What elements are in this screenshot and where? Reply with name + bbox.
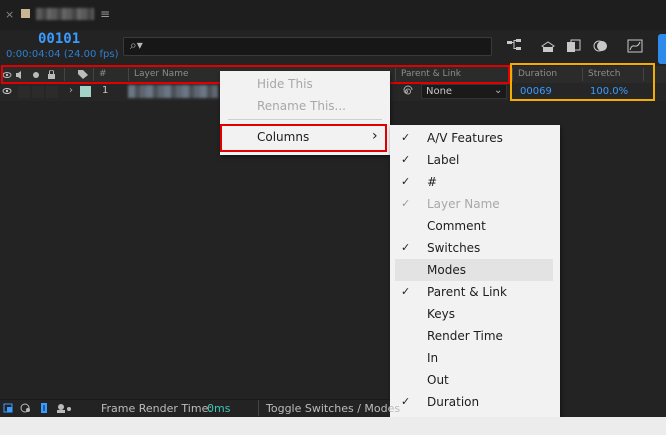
layer-number: 1: [102, 85, 109, 96]
submenu-item[interactable]: Render Time: [390, 325, 530, 347]
close-tab-button[interactable]: ×: [5, 8, 14, 21]
parent-select-value: None: [426, 86, 453, 97]
submenu-item[interactable]: In: [390, 347, 530, 369]
submenu-item[interactable]: Out: [390, 369, 530, 391]
submenu-item[interactable]: ✓ Label: [390, 149, 530, 171]
search-input[interactable]: ⌕▾: [123, 37, 492, 56]
parent-select[interactable]: None ⌄: [421, 84, 507, 99]
frame-render-time-label: Frame Render Time:: [101, 402, 213, 415]
duration-stretch-highlight-box: [510, 63, 655, 101]
motion-blur-icon[interactable]: [593, 38, 609, 54]
graph-editor-toggle[interactable]: [658, 34, 666, 64]
submenu-item[interactable]: ✓ Parent & Link: [390, 281, 530, 303]
frame-render-time-value: 0ms: [207, 402, 231, 415]
divider: [258, 400, 259, 416]
submenu-item-label: Render Time: [427, 329, 503, 343]
video-visibility-icon[interactable]: [2, 87, 12, 95]
frame-blending-icon[interactable]: [566, 38, 582, 54]
submenu-arrow-icon: ›: [372, 128, 378, 144]
time-sub-display: 0:00:04:04 (24.00 fps): [6, 49, 119, 60]
pick-whip-icon[interactable]: [400, 85, 413, 98]
toggle-switches-modes-button[interactable]: Toggle Switches / Modes: [266, 402, 400, 415]
draft-3d-icon[interactable]: [540, 38, 556, 54]
submenu-item[interactable]: Modes: [395, 259, 553, 281]
columns-item-label: Columns: [257, 130, 310, 144]
submenu-item[interactable]: Comment: [390, 215, 530, 237]
bottom-toggle-icons[interactable]: [3, 402, 75, 414]
status-strip: [0, 417, 666, 435]
checkmark-icon: ✓: [401, 241, 411, 254]
chevron-down-icon: ⌄: [494, 85, 503, 96]
columns-item[interactable]: Columns ›: [220, 124, 387, 152]
search-icon: ⌕▾: [130, 38, 143, 52]
submenu-item: ✓ Layer Name: [390, 193, 530, 215]
audio-toggle-box[interactable]: [18, 86, 30, 98]
checkmark-icon: ✓: [401, 395, 411, 408]
composition-label-swatch: [21, 9, 30, 18]
submenu-item-label: In: [427, 351, 439, 365]
submenu-item-label: Modes: [427, 263, 466, 277]
lock-toggle-box[interactable]: [46, 86, 58, 98]
composition-flowchart-icon[interactable]: [506, 38, 522, 54]
submenu-item[interactable]: ✓ #: [390, 171, 530, 193]
checkmark-icon: ✓: [401, 131, 411, 144]
submenu-item-label: Layer Name: [427, 197, 500, 211]
hide-this-item: Hide This: [257, 77, 313, 91]
submenu-item-label: Duration: [427, 395, 480, 409]
checkmark-icon: ✓: [401, 285, 411, 298]
solo-toggle-box[interactable]: [32, 86, 44, 98]
current-time-display[interactable]: 00101: [38, 31, 80, 47]
graph-editor-icon[interactable]: [627, 38, 643, 54]
submenu-item[interactable]: ✓ Switches: [390, 237, 530, 259]
submenu-item-label: Label: [427, 153, 460, 167]
submenu-item-label: Keys: [427, 307, 456, 321]
submenu-item[interactable]: ✓ A/V Features: [390, 127, 530, 149]
submenu-item-label: Parent & Link: [427, 285, 507, 299]
checkmark-icon: ✓: [401, 197, 411, 210]
checkmark-icon: ✓: [401, 175, 411, 188]
layer-name-blurred[interactable]: [128, 85, 218, 98]
rename-this-item: Rename This...: [257, 99, 346, 113]
panel-menu-icon[interactable]: ≡: [100, 7, 110, 21]
submenu-item[interactable]: ✓ Duration: [390, 391, 530, 413]
submenu-item-label: #: [427, 175, 438, 189]
submenu-item-label: A/V Features: [427, 131, 503, 145]
submenu-item-label: Comment: [427, 219, 486, 233]
layer-label-color[interactable]: [80, 86, 91, 97]
columns-submenu: ✓ A/V Features ✓ Label ✓ # ✓ Layer Name Comment ✓…: [390, 125, 560, 435]
composition-name-blurred[interactable]: [36, 8, 94, 20]
expand-chevron-icon[interactable]: ›: [69, 85, 73, 96]
menu-separator: [228, 119, 382, 120]
submenu-item-label: Switches: [427, 241, 481, 255]
submenu-item[interactable]: Keys: [390, 303, 530, 325]
submenu-item-label: Out: [427, 373, 449, 387]
checkmark-icon: ✓: [401, 153, 411, 166]
